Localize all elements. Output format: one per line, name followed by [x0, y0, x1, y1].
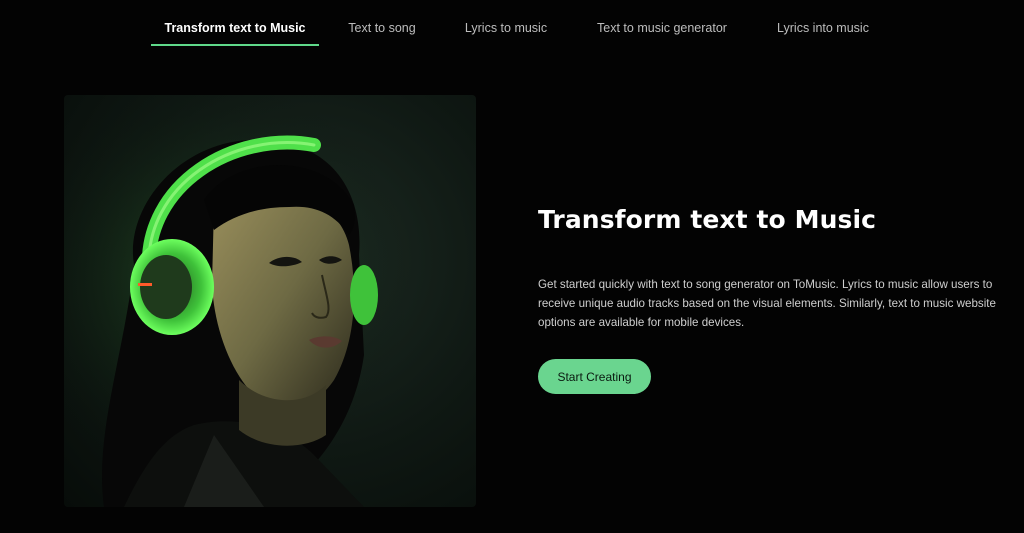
page: Transform text to Music Text to song Lyr… — [0, 0, 1024, 533]
tab-label: Text to music generator — [597, 21, 727, 35]
tab-lyrics-into-music[interactable]: Lyrics into music — [768, 14, 878, 46]
tab-text-to-music-generator[interactable]: Text to music generator — [588, 14, 736, 46]
start-creating-button[interactable]: Start Creating — [538, 359, 651, 394]
tab-text-to-song[interactable]: Text to song — [340, 14, 424, 46]
tab-bar: Transform text to Music Text to song Lyr… — [0, 0, 1024, 48]
tab-label: Text to song — [348, 21, 416, 35]
hero-image — [64, 95, 476, 507]
page-title: Transform text to Music — [538, 205, 877, 234]
tab-transform-text-to-music[interactable]: Transform text to Music — [151, 14, 319, 46]
tab-lyrics-to-music[interactable]: Lyrics to music — [456, 14, 556, 46]
tab-label: Transform text to Music — [164, 21, 306, 35]
hero-description: Get started quickly with text to song ge… — [538, 278, 996, 329]
tab-label: Lyrics into music — [777, 21, 869, 35]
tab-label: Lyrics to music — [464, 21, 548, 35]
